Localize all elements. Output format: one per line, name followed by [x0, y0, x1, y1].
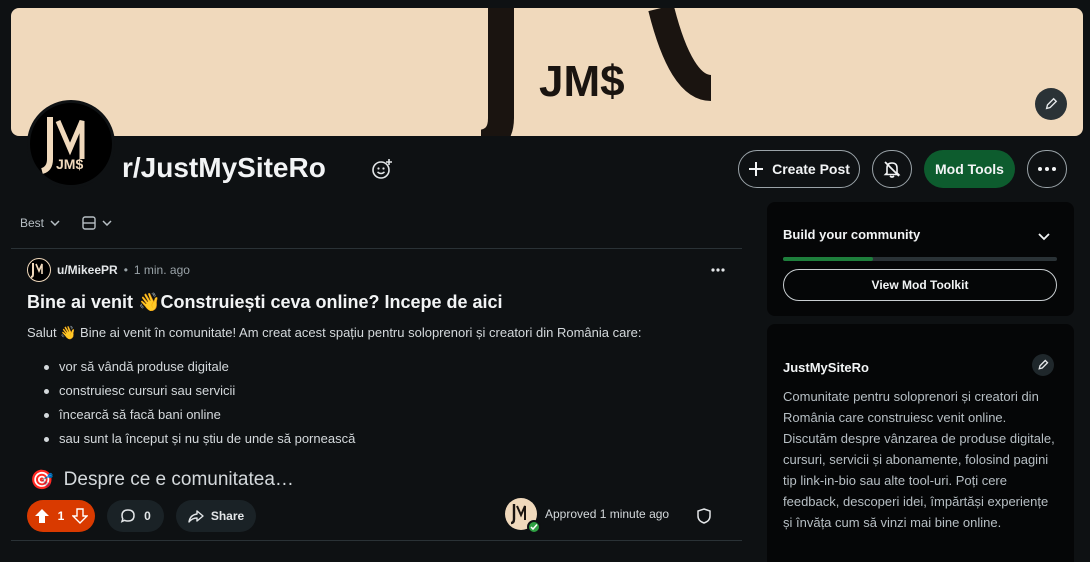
banner-logo-text: JM$ — [539, 57, 625, 106]
list-item: sau sunt la început și nu știu de unde s… — [44, 427, 355, 451]
pencil-icon — [1045, 97, 1058, 110]
moderator-avatar[interactable] — [505, 498, 541, 534]
author-avatar[interactable] — [27, 258, 51, 282]
progress-fill — [783, 257, 874, 261]
create-post-label: Create Post — [772, 161, 850, 177]
comment-icon — [120, 509, 135, 523]
post-author[interactable]: u/MikeePR — [57, 263, 118, 277]
feed-divider-bottom — [11, 540, 742, 541]
post-meta: u/MikeePR • 1 min. ago — [27, 258, 190, 282]
chevron-down-icon — [1038, 233, 1050, 241]
approved-label: Approved 1 minute ago — [545, 507, 670, 521]
collapse-button[interactable] — [1038, 228, 1050, 246]
list-item: vor să vândă produse digitale — [44, 355, 355, 379]
approved-check-icon — [527, 520, 541, 534]
sort-dropdown[interactable]: Best — [20, 216, 60, 230]
bell-off-icon — [883, 161, 901, 178]
plus-icon — [749, 162, 764, 176]
post-section-heading: 🎯 Despre ce e comunitatea… — [30, 468, 294, 492]
sort-label: Best — [20, 216, 45, 230]
chevron-down-icon — [102, 220, 112, 226]
build-community-card: Build your community View Mod Toolkit — [767, 202, 1074, 316]
author-logo — [30, 263, 43, 278]
share-label: Share — [210, 509, 245, 523]
vote-control: 1 — [27, 500, 95, 532]
top-strip — [0, 0, 1090, 8]
post-options-button[interactable] — [706, 262, 730, 278]
ellipsis-icon — [711, 268, 725, 272]
about-title: JustMySiteRo — [783, 360, 869, 375]
community-name: r/JustMySiteRo — [122, 152, 326, 183]
post-time: 1 min. ago — [133, 263, 190, 277]
vote-count: 1 — [57, 509, 65, 523]
target-emoji-icon: 🎯 — [30, 470, 54, 491]
card-view-icon — [82, 216, 96, 230]
about-community-card: JustMySiteRo Comunitate pentru solopreno… — [767, 324, 1074, 562]
build-community-title: Build your community — [783, 227, 921, 242]
post-intro: Salut 👋 Bine ai venit în comunitate! Am … — [27, 325, 642, 340]
notifications-button[interactable] — [872, 150, 912, 188]
feed-divider-top — [11, 248, 742, 249]
community-logo: JM$ — [41, 117, 85, 174]
view-layout-dropdown[interactable] — [82, 216, 112, 230]
community-avatar[interactable]: JM$ — [27, 100, 115, 188]
about-description: Comunitate pentru soloprenori și creator… — [783, 389, 1055, 530]
edit-description-button[interactable] — [1032, 354, 1054, 376]
more-options-button[interactable] — [1027, 150, 1067, 188]
feed-sort-bar: Best — [20, 216, 112, 230]
list-item: construiesc cursuri sau servicii — [44, 379, 355, 403]
post-bullet-list: vor să vândă produse digitale construies… — [44, 355, 355, 451]
customize-icon[interactable] — [371, 158, 393, 180]
edit-banner-button[interactable] — [1035, 88, 1067, 120]
mod-shield-button[interactable] — [696, 508, 712, 524]
approval-status: Approved 1 minute ago — [505, 498, 670, 534]
list-item: încearcă să facă bani online — [44, 403, 355, 427]
chevron-down-icon — [50, 220, 60, 226]
pencil-icon — [1038, 359, 1049, 370]
smiley-plus-icon — [372, 159, 392, 179]
post-section-heading-text: Despre ce e comunitatea… — [63, 469, 294, 490]
comment-count: 0 — [144, 509, 151, 523]
meta-separator: • — [123, 263, 128, 277]
share-button[interactable]: Share — [176, 500, 256, 532]
upvote-icon[interactable] — [34, 508, 50, 524]
community-progress-bar — [783, 257, 1057, 261]
create-post-button[interactable]: Create Post — [738, 150, 860, 188]
ellipsis-icon — [1038, 167, 1056, 171]
comments-button[interactable]: 0 — [107, 500, 164, 532]
mod-tools-button[interactable]: Mod Tools — [924, 150, 1015, 188]
view-mod-toolkit-button[interactable]: View Mod Toolkit — [783, 269, 1057, 301]
community-banner: JM$ — [11, 8, 1083, 136]
post-title[interactable]: Bine ai venit 👋Construiești ceva online?… — [27, 292, 503, 313]
banner-logo: JM$ — [481, 8, 713, 136]
downvote-icon[interactable] — [72, 508, 88, 524]
svg-text:JM$: JM$ — [56, 156, 83, 172]
share-icon — [188, 510, 204, 523]
shield-icon — [697, 508, 711, 524]
